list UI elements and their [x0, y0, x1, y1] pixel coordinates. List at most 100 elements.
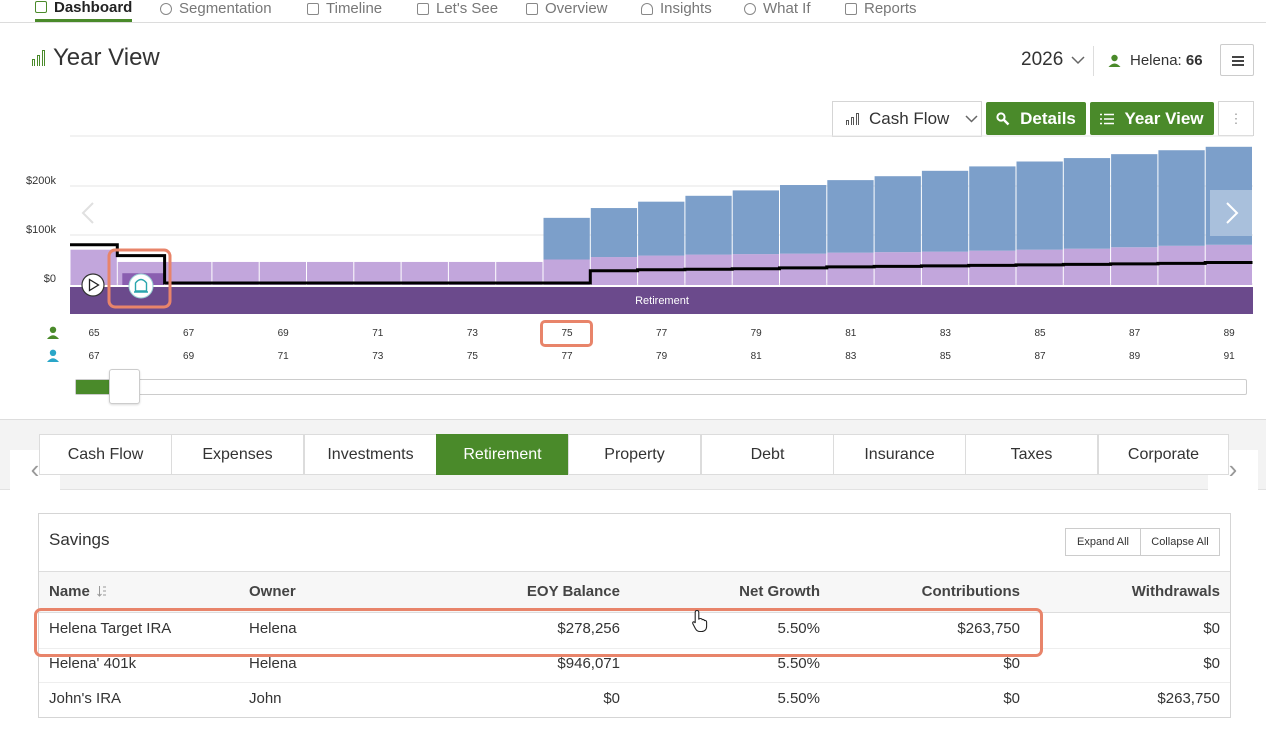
primary-age-label: 73 [466, 328, 478, 339]
year-view-button[interactable]: Year View [1090, 102, 1214, 135]
tab-property[interactable]: Property [568, 434, 701, 475]
primary-age-label: 89 [1223, 328, 1235, 339]
nav-tab-dashboard[interactable]: Dashboard [35, 0, 133, 22]
flag-icon [307, 2, 319, 15]
tab-expenses[interactable]: Expenses [171, 434, 304, 475]
cell-name: John's IRA [49, 690, 122, 707]
menu-button[interactable] [1220, 44, 1254, 76]
year-select[interactable]: 2026 [1021, 49, 1085, 71]
bar-lower [1063, 248, 1111, 285]
hand-cursor-icon [692, 609, 708, 633]
nav-tab-insights[interactable]: Insights [641, 0, 712, 22]
secondary-age-label: 89 [1129, 351, 1141, 362]
bar-lower [874, 252, 921, 285]
primary-age-label: 77 [656, 328, 668, 339]
tab-cash-flow[interactable]: Cash Flow [39, 434, 172, 475]
view-select[interactable]: Cash Flow [832, 101, 982, 137]
bar-lower [543, 259, 590, 285]
bar-upper [921, 170, 969, 252]
secondary-age-label: 91 [1223, 351, 1235, 362]
divider [1093, 46, 1094, 76]
column-header-net-growth[interactable]: Net Growth [670, 583, 820, 600]
cell-withdrawals: $0 [1203, 620, 1220, 637]
collapse-all-button[interactable]: Collapse All [1140, 528, 1220, 556]
person-icon [47, 349, 59, 362]
bar-chart-icon [32, 50, 45, 66]
cell-net-growth: 5.50% [777, 655, 820, 672]
primary-age-label: 75 [561, 328, 573, 339]
segmentation-icon [160, 2, 172, 15]
nav-tab-lets-see[interactable]: Let's See [417, 0, 498, 22]
bar-upper [874, 176, 921, 253]
cell-contributions: $0 [1003, 655, 1020, 672]
kebab-icon: ⋮ [1229, 111, 1243, 126]
sort-icon [97, 586, 107, 597]
bar-lower [921, 251, 969, 285]
cell-name: Helena' 401k [49, 655, 137, 672]
primary-age-label: 81 [845, 328, 857, 339]
tab-debt[interactable]: Debt [701, 434, 834, 475]
nav-tab-overview[interactable]: Overview [526, 0, 608, 22]
bars-icon [417, 2, 429, 15]
bar-lower [827, 252, 874, 285]
more-options-button[interactable]: ⋮ [1218, 101, 1254, 136]
chevron-left-icon [81, 202, 94, 224]
bar-lower [1016, 249, 1063, 285]
report-icon [845, 2, 857, 15]
year-slider-track[interactable] [75, 379, 1247, 395]
bar-upper [827, 180, 874, 253]
search-icon [996, 111, 1010, 125]
chart-icon [744, 2, 756, 15]
column-header-owner[interactable]: Owner [249, 583, 296, 600]
table-header [39, 571, 1230, 613]
secondary-age-label: 83 [845, 351, 857, 362]
secondary-age-label: 67 [88, 351, 100, 362]
cell-contributions: $0 [1003, 690, 1020, 707]
bar-lower [1205, 244, 1252, 285]
secondary-age-label: 87 [1034, 351, 1046, 362]
chevron-down-icon [965, 115, 978, 123]
bar-lower [1111, 247, 1158, 285]
primary-age-label: 85 [1034, 328, 1046, 339]
tab-investments[interactable]: Investments [304, 434, 437, 475]
bar-upper [685, 195, 732, 255]
person-selector[interactable]: Helena: 66 [1108, 52, 1203, 69]
details-button[interactable]: Details [986, 102, 1086, 135]
year-slider-handle[interactable] [109, 369, 140, 404]
bar-upper [590, 208, 638, 258]
secondary-age-label: 69 [183, 351, 195, 362]
nav-tab-what-if[interactable]: What If [744, 0, 811, 22]
column-header-eoy-balance[interactable]: EOY Balance [470, 583, 620, 600]
expand-all-button[interactable]: Expand All [1065, 528, 1141, 556]
bar-upper [1063, 158, 1111, 249]
cell-owner: Helena [249, 655, 297, 672]
tab-insurance[interactable]: Insurance [833, 434, 966, 475]
secondary-age-label: 71 [277, 351, 289, 362]
year-slider-fill [76, 380, 112, 394]
cell-owner: John [249, 690, 282, 707]
bar-upper [732, 190, 779, 255]
secondary-age-label: 81 [750, 351, 762, 362]
bar-lower [969, 250, 1016, 285]
secondary-age-label: 75 [466, 351, 478, 362]
secondary-age-label: 85 [939, 351, 951, 362]
nav-tab-timeline[interactable]: Timeline [307, 0, 382, 22]
panel-title: Savings [49, 530, 110, 549]
bar-lower [1158, 245, 1205, 285]
retirement-band-label: Retirement [635, 295, 689, 307]
nav-tab-segmentation[interactable]: Segmentation [160, 0, 272, 22]
list-icon [1100, 113, 1115, 124]
tab-corporate[interactable]: Corporate [1098, 434, 1229, 475]
column-header-withdrawals[interactable]: Withdrawals [1070, 583, 1220, 600]
column-header-name[interactable]: Name [49, 583, 107, 600]
primary-age-label: 67 [183, 328, 195, 339]
chevron-right-icon: › [1228, 454, 1238, 484]
tab-taxes[interactable]: Taxes [965, 434, 1098, 475]
cash-flow-chart: Retirement [70, 135, 1253, 314]
tab-retirement[interactable]: Retirement [436, 434, 569, 475]
column-header-contributions[interactable]: Contributions [870, 583, 1020, 600]
event-marker [128, 273, 154, 299]
nav-tab-reports[interactable]: Reports [845, 0, 917, 22]
row-divider [39, 682, 1230, 683]
chevron-down-icon [1071, 55, 1085, 64]
